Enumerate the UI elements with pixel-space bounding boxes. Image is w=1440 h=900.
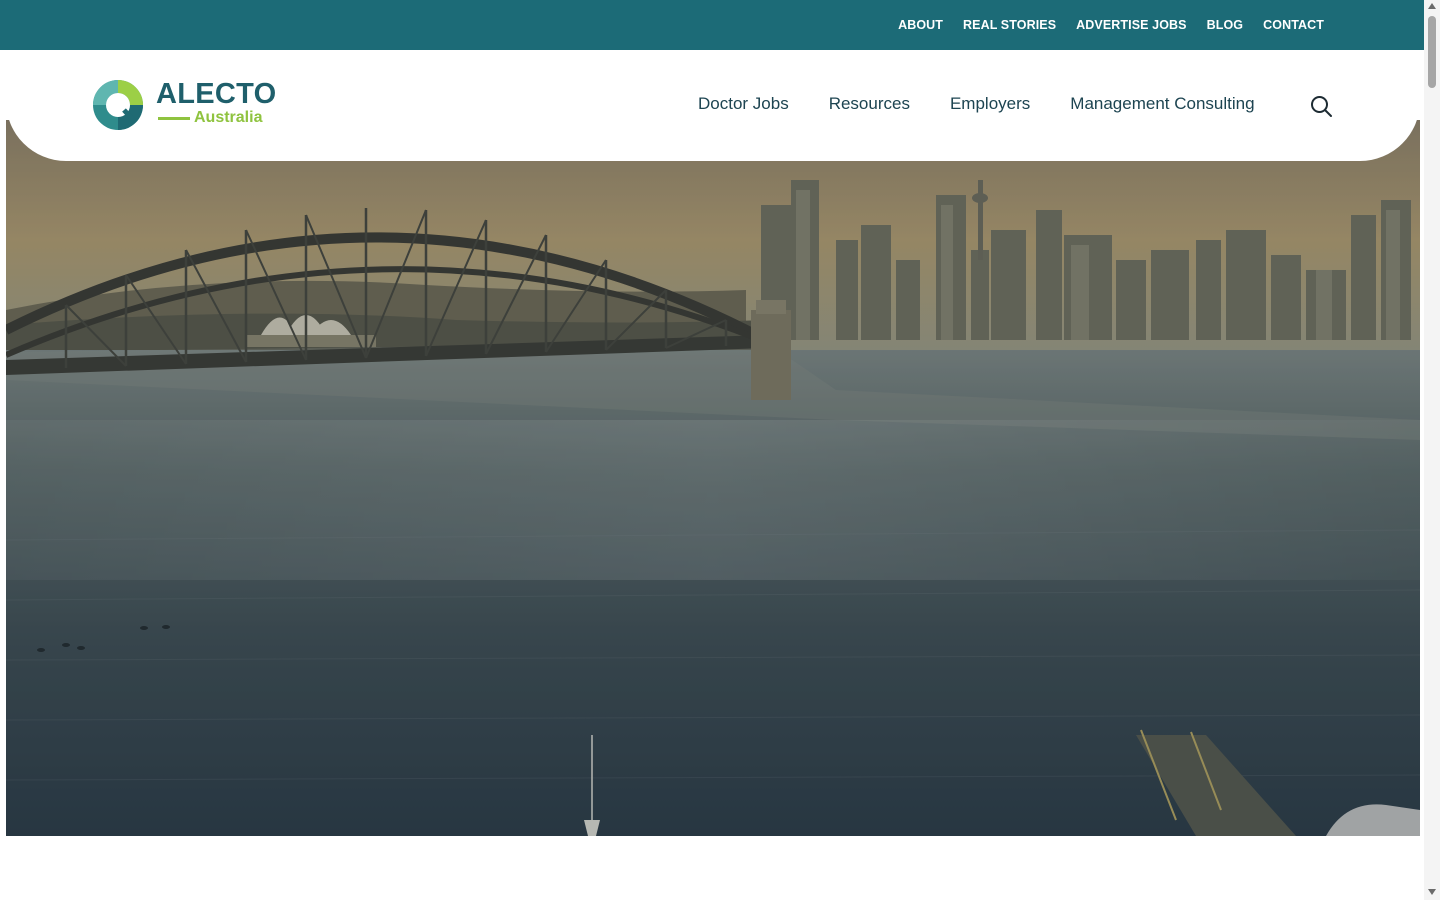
scroll-up-arrow-icon[interactable] xyxy=(1428,3,1436,9)
scroll-down-arrow-icon[interactable] xyxy=(1428,889,1436,895)
top-nav-advertise-jobs[interactable]: ADVERTISE JOBS xyxy=(1076,18,1186,32)
hero-image xyxy=(6,120,1420,836)
logo-secondary-text: Australia xyxy=(194,109,263,126)
top-nav: ABOUT REAL STORIES ADVERTISE JOBS BLOG C… xyxy=(898,0,1324,50)
nav-doctor-jobs[interactable]: Doctor Jobs xyxy=(698,94,789,114)
main-nav: Doctor Jobs Resources Employers Manageme… xyxy=(698,94,1255,114)
logo-divider xyxy=(158,117,190,120)
logo-mark-icon xyxy=(93,80,143,130)
search-button[interactable] xyxy=(1309,94,1333,118)
nav-resources[interactable]: Resources xyxy=(829,94,910,114)
top-nav-real-stories[interactable]: REAL STORIES xyxy=(963,18,1056,32)
top-utility-bar: ABOUT REAL STORIES ADVERTISE JOBS BLOG C… xyxy=(0,0,1424,50)
top-nav-about[interactable]: ABOUT xyxy=(898,18,943,32)
logo[interactable]: ALECTO Australia xyxy=(90,77,280,135)
top-nav-contact[interactable]: CONTACT xyxy=(1263,18,1324,32)
nav-employers[interactable]: Employers xyxy=(950,94,1030,114)
top-nav-blog[interactable]: BLOG xyxy=(1207,18,1244,32)
nav-management-consulting[interactable]: Management Consulting xyxy=(1070,94,1254,114)
page-scrollbar[interactable] xyxy=(1424,0,1440,900)
search-icon xyxy=(1311,96,1332,117)
scroll-thumb[interactable] xyxy=(1428,16,1436,88)
logo-primary-text: ALECTO xyxy=(156,78,277,110)
main-header: ALECTO Australia Doctor Jobs Resources E… xyxy=(6,50,1420,161)
